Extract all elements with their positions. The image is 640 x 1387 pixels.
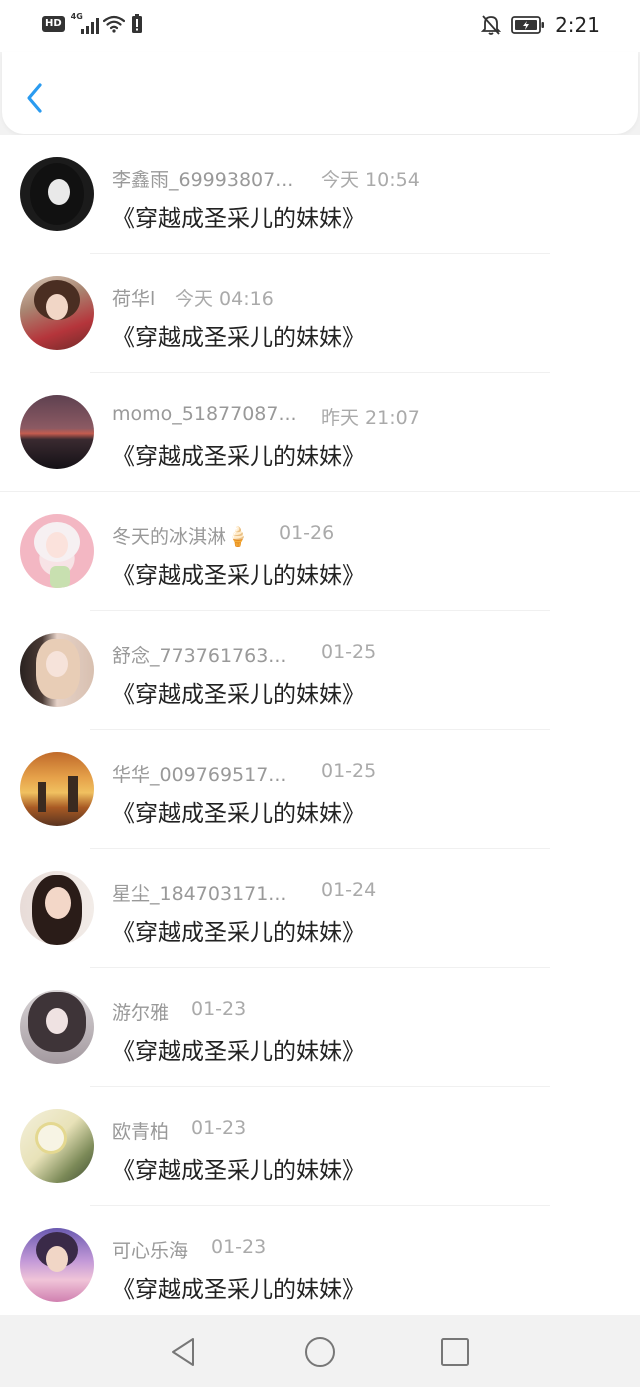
status-time: 2:21 — [555, 13, 600, 37]
square-recents-icon — [441, 1338, 469, 1366]
list-item[interactable]: momo_51877087... 昨天 21:07 《穿越成圣采儿的妹妹》 — [0, 373, 640, 492]
list-item[interactable]: 李鑫雨_69993807... 今天 10:54 《穿越成圣采儿的妹妹》 — [0, 135, 640, 254]
battery-icon — [511, 16, 545, 34]
book-title[interactable]: 《穿越成圣采儿的妹妹》 — [112, 437, 365, 471]
avatar[interactable] — [20, 1228, 94, 1302]
book-title[interactable]: 《穿越成圣采儿的妹妹》 — [112, 913, 365, 947]
status-bar: HD 4G 2:21 — [0, 0, 640, 52]
cellular-signal-icon: 4G — [71, 12, 99, 34]
avatar[interactable] — [20, 752, 94, 826]
comment-time: 01-24 — [321, 879, 377, 901]
list-item[interactable]: 荷华l 今天 04:16 《穿越成圣采儿的妹妹》 — [0, 254, 640, 373]
book-title[interactable]: 《穿越成圣采儿的妹妹》 — [112, 318, 365, 352]
list-item[interactable]: 游尔雅 01-23 《穿越成圣采儿的妹妹》 — [0, 968, 640, 1087]
comment-list: 李鑫雨_69993807... 今天 10:54 《穿越成圣采儿的妹妹》 荷华l… — [0, 135, 640, 1315]
avatar[interactable] — [20, 157, 94, 231]
book-title[interactable]: 《穿越成圣采儿的妹妹》 — [112, 199, 365, 233]
book-title[interactable]: 《穿越成圣采儿的妹妹》 — [112, 794, 365, 828]
username[interactable]: 欧青柏 — [112, 1117, 169, 1144]
list-item[interactable]: 星尘_184703171... 01-24 《穿越成圣采儿的妹妹》 — [0, 849, 640, 968]
comment-time: 今天 10:54 — [321, 169, 420, 191]
avatar[interactable] — [20, 514, 94, 588]
username[interactable]: 游尔雅 — [112, 998, 169, 1025]
triangle-back-icon — [172, 1338, 194, 1366]
avatar[interactable] — [20, 871, 94, 945]
book-title[interactable]: 《穿越成圣采儿的妹妹》 — [112, 675, 365, 709]
hd-badge: HD — [42, 16, 65, 32]
username[interactable]: 华华_009769517... — [112, 760, 286, 787]
comment-time: 01-23 — [191, 998, 247, 1020]
username[interactable]: 舒念_773761763... — [112, 641, 286, 668]
chevron-left-icon — [27, 83, 42, 113]
back-button[interactable] — [22, 80, 50, 116]
comment-time: 01-23 — [211, 1236, 267, 1258]
username[interactable]: 可心乐海 — [112, 1236, 188, 1263]
comment-time: 01-25 — [321, 760, 377, 782]
list-item[interactable]: 冬天的冰淇淋🍦 01-26 《穿越成圣采儿的妹妹》 — [0, 492, 640, 611]
list-item[interactable]: 舒念_773761763... 01-25 《穿越成圣采儿的妹妹》 — [0, 611, 640, 730]
avatar[interactable] — [20, 276, 94, 350]
avatar[interactable] — [20, 633, 94, 707]
comment-time: 昨天 21:07 — [321, 407, 420, 429]
status-bar-left: HD 4G — [42, 12, 143, 34]
username[interactable]: 星尘_184703171... — [112, 879, 286, 906]
circle-home-icon — [305, 1337, 335, 1367]
book-title[interactable]: 《穿越成圣采儿的妹妹》 — [112, 1151, 365, 1185]
avatar[interactable] — [20, 990, 94, 1064]
wifi-icon — [102, 15, 125, 33]
nav-back-button[interactable] — [166, 1335, 200, 1369]
comment-time: 今天 04:16 — [175, 288, 274, 310]
username[interactable]: 荷华l — [112, 284, 155, 311]
username[interactable]: 李鑫雨_69993807... — [112, 165, 293, 192]
status-bar-right: 2:21 — [481, 12, 600, 38]
avatar[interactable] — [20, 395, 94, 469]
bell-off-icon — [481, 15, 502, 35]
alert-icon — [131, 14, 142, 33]
comment-time: 01-23 — [191, 1117, 247, 1139]
book-title[interactable]: 《穿越成圣采儿的妹妹》 — [112, 556, 365, 590]
header — [2, 52, 638, 134]
comment-time: 01-26 — [279, 522, 335, 544]
book-title[interactable]: 《穿越成圣采儿的妹妹》 — [112, 1270, 365, 1304]
book-title[interactable]: 《穿越成圣采儿的妹妹》 — [112, 1032, 365, 1066]
avatar[interactable] — [20, 1109, 94, 1183]
list-item[interactable]: 可心乐海 01-23 《穿越成圣采儿的妹妹》 — [0, 1206, 640, 1315]
navigation-bar — [0, 1315, 640, 1387]
list-item[interactable]: 欧青柏 01-23 《穿越成圣采儿的妹妹》 — [0, 1087, 640, 1206]
nav-home-button[interactable] — [303, 1335, 337, 1369]
nav-recents-button[interactable] — [438, 1335, 472, 1369]
comment-time: 01-25 — [321, 641, 377, 663]
username[interactable]: 冬天的冰淇淋🍦 — [112, 522, 250, 549]
username[interactable]: momo_51877087... — [112, 403, 297, 425]
list-item[interactable]: 华华_009769517... 01-25 《穿越成圣采儿的妹妹》 — [0, 730, 640, 849]
